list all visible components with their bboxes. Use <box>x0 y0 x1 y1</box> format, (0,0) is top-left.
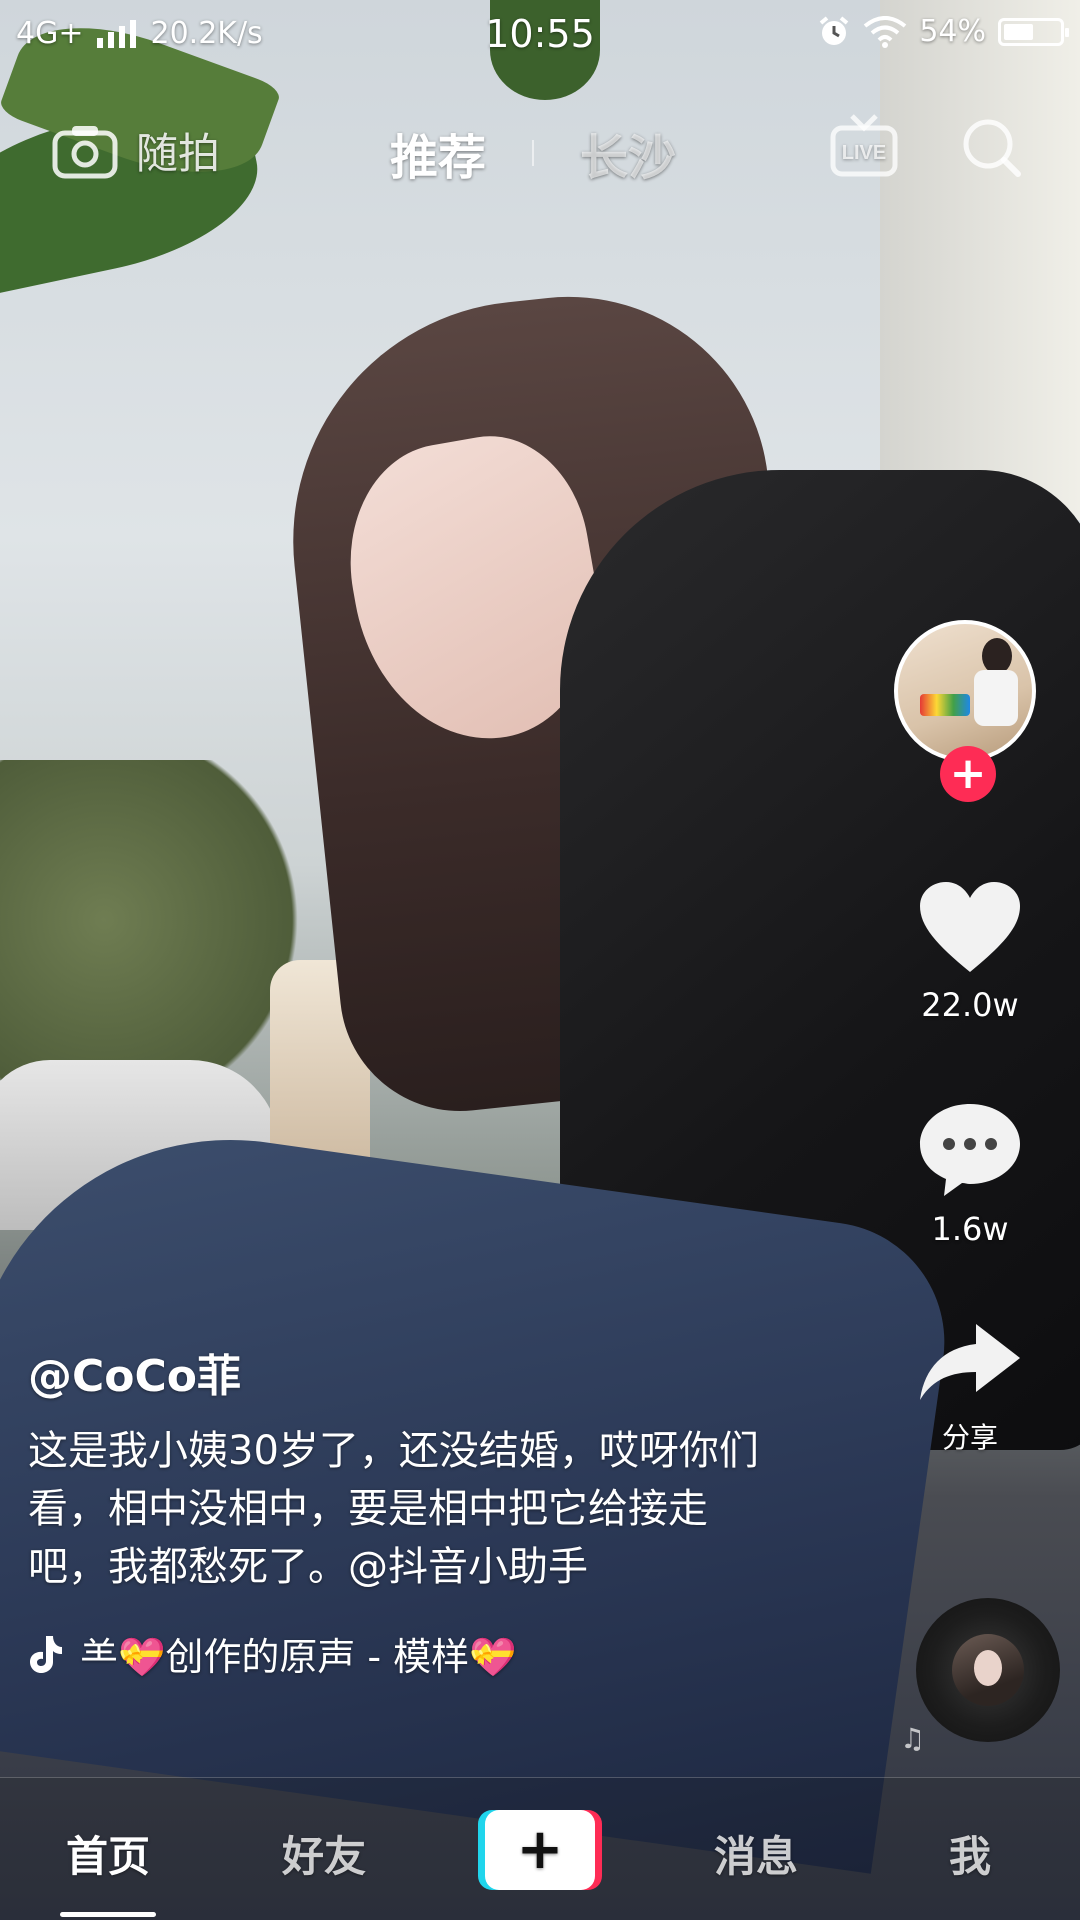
video-description: 这是我小姨30岁了，还没结婚，哎呀你们看，相中没相中，要是相中把它给接走吧，我都… <box>28 1428 759 1590</box>
tiktok-note-icon <box>30 1635 62 1673</box>
feed-tabs: 推荐 长沙 <box>390 118 676 188</box>
share-arrow-icon <box>920 1324 1020 1400</box>
alarm-icon <box>820 15 849 45</box>
camera-label: 随拍 <box>136 129 221 178</box>
status-right: 54% <box>817 14 1069 49</box>
bottom-nav: 首页 好友 + 消息 我 <box>0 1777 1080 1920</box>
status-bar: 4G+ 20.2K/s 10:55 54% <box>0 0 1080 72</box>
nav-messages[interactable]: 消息 <box>696 1823 816 1884</box>
music-disc[interactable] <box>916 1598 1060 1742</box>
search-icon <box>963 119 1021 177</box>
comment-icon <box>920 1104 1020 1196</box>
like-button[interactable]: 22.0w <box>880 880 1060 1024</box>
music-info[interactable]: ⺷💝创作的原声 - 模样💝 <box>28 1626 768 1681</box>
comment-count: 1.6w <box>931 1210 1009 1248</box>
battery-percent: 54% <box>919 14 986 49</box>
nav-me[interactable]: 我 <box>910 1823 1030 1884</box>
tab-local[interactable]: 长沙 <box>580 118 676 188</box>
top-nav: 随拍 推荐 长沙 LIVE <box>0 100 1080 200</box>
follow-button[interactable]: + <box>940 746 996 802</box>
create-button[interactable]: + <box>478 1810 602 1890</box>
author-name[interactable]: @CoCo菲 <box>28 1340 768 1404</box>
share-label: 分享 <box>941 1421 998 1454</box>
live-button[interactable]: LIVE <box>830 112 898 186</box>
search-button[interactable] <box>960 116 1024 184</box>
nav-active-indicator <box>60 1912 156 1917</box>
tab-recommend[interactable]: 推荐 <box>390 118 486 188</box>
music-cover <box>952 1634 1024 1706</box>
plus-icon: + <box>485 1810 595 1890</box>
heart-icon <box>920 882 1020 972</box>
music-title: ⺷💝创作的原声 - 模样💝 <box>80 1635 517 1679</box>
author-avatar-group: + <box>894 620 1044 802</box>
music-note-icon: ♫ <box>900 1722 926 1755</box>
nav-home[interactable]: 首页 <box>48 1823 168 1884</box>
wifi-icon <box>864 15 907 48</box>
camera-button[interactable]: 随拍 <box>52 120 220 181</box>
comment-button[interactable]: 1.6w <box>880 1100 1060 1248</box>
battery-icon <box>998 17 1069 46</box>
building-wall <box>880 0 1080 520</box>
tab-divider <box>532 140 535 166</box>
nav-friends[interactable]: 好友 <box>264 1823 384 1884</box>
video-feed-screen[interactable]: 4G+ 20.2K/s 10:55 54% 随拍 推荐 长沙 LIVE + 22… <box>0 0 1080 1920</box>
author-avatar[interactable] <box>894 620 1036 762</box>
share-button[interactable]: 分享 <box>880 1320 1060 1456</box>
video-caption: @CoCo菲 这是我小姨30岁了，还没结婚，哎呀你们看，相中没相中，要是相中把它… <box>28 1340 768 1681</box>
like-count: 22.0w <box>921 986 1019 1024</box>
camera-icon <box>52 125 118 178</box>
live-label: LIVE <box>842 142 886 164</box>
live-tv-icon: LIVE <box>830 114 898 177</box>
